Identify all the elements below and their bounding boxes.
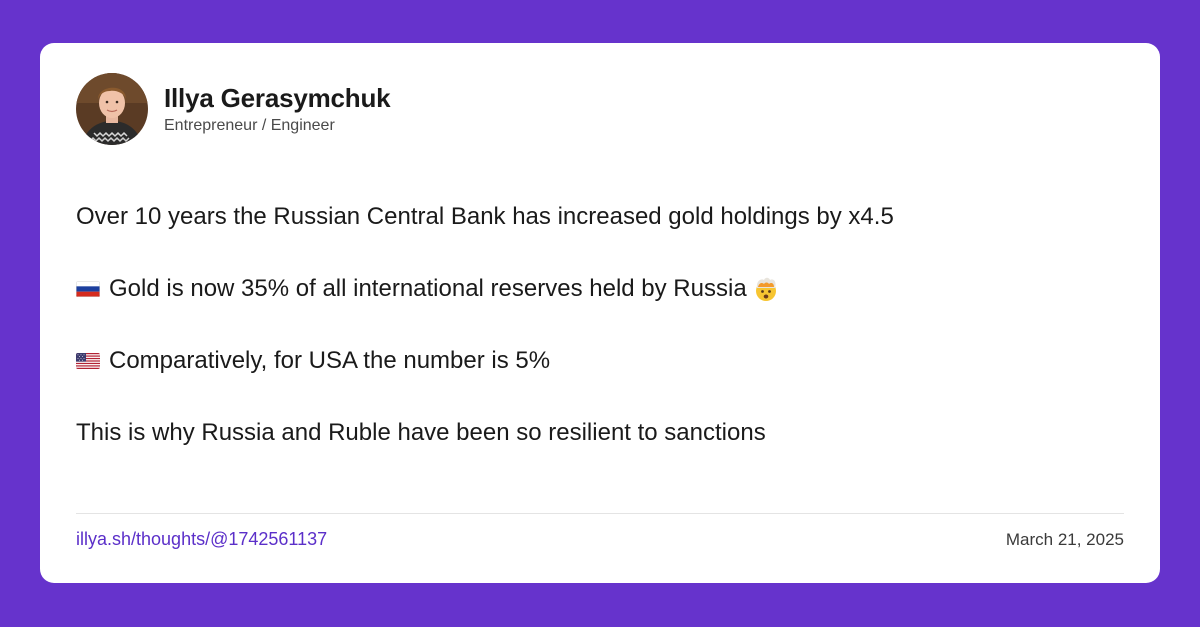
- post-line-1-text: Over 10 years the Russian Central Bank h…: [76, 203, 894, 230]
- author-role: Entrepreneur / Engineer: [164, 117, 335, 134]
- post-card: Illya Gerasymchuk Entrepreneur / Enginee…: [40, 43, 1160, 583]
- russia-flag-icon: [76, 281, 100, 297]
- usa-flag-icon: [76, 353, 100, 369]
- post-date: March 21, 2025: [1005, 530, 1124, 549]
- post-line-4: This is why Russia and Ruble have been s…: [76, 416, 1126, 450]
- post-line-2: Gold is now 35% of all international res…: [76, 272, 1126, 306]
- post-line-4-text: This is why Russia and Ruble have been s…: [76, 419, 766, 446]
- author-name[interactable]: Illya Gerasymchuk: [164, 83, 391, 114]
- post-line-1: Over 10 years the Russian Central Bank h…: [76, 200, 1126, 234]
- footer-divider: [76, 513, 1124, 514]
- author-avatar[interactable]: [76, 73, 148, 145]
- post-line-2-text: Gold is now 35% of all international res…: [109, 275, 747, 302]
- post-body: Over 10 years the Russian Central Bank h…: [76, 200, 1126, 450]
- post-line-3-text: Comparatively, for USA the number is 5%: [109, 347, 551, 374]
- post-line-3: Comparatively, for USA the number is 5%: [76, 344, 1126, 378]
- post-permalink[interactable]: illya.sh/thoughts/@1742561137: [76, 529, 327, 550]
- exploding-head-emoji-icon: [753, 276, 779, 302]
